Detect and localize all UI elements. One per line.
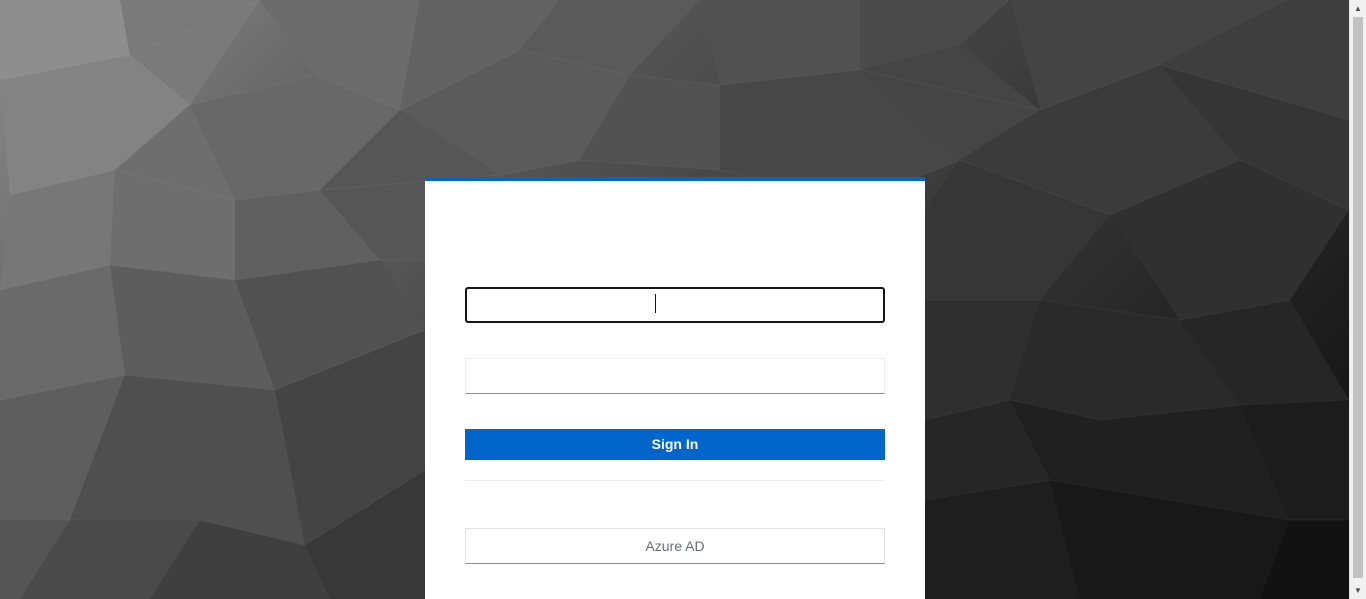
sign-in-button[interactable]: Sign In (465, 429, 885, 460)
divider (465, 480, 885, 481)
login-page-background: Sign In Azure AD (0, 0, 1349, 599)
text-cursor (655, 294, 656, 313)
vertical-scrollbar[interactable]: ▲ ▼ (1349, 0, 1366, 599)
login-card: Sign In Azure AD (425, 177, 925, 599)
scroll-up-icon[interactable]: ▲ (1350, 0, 1366, 17)
scroll-down-icon[interactable]: ▼ (1350, 582, 1366, 599)
username-input[interactable] (465, 287, 885, 323)
scrollbar-thumb[interactable] (1353, 17, 1363, 578)
password-input[interactable] (465, 358, 885, 394)
azure-ad-login-button[interactable]: Azure AD (465, 528, 885, 564)
